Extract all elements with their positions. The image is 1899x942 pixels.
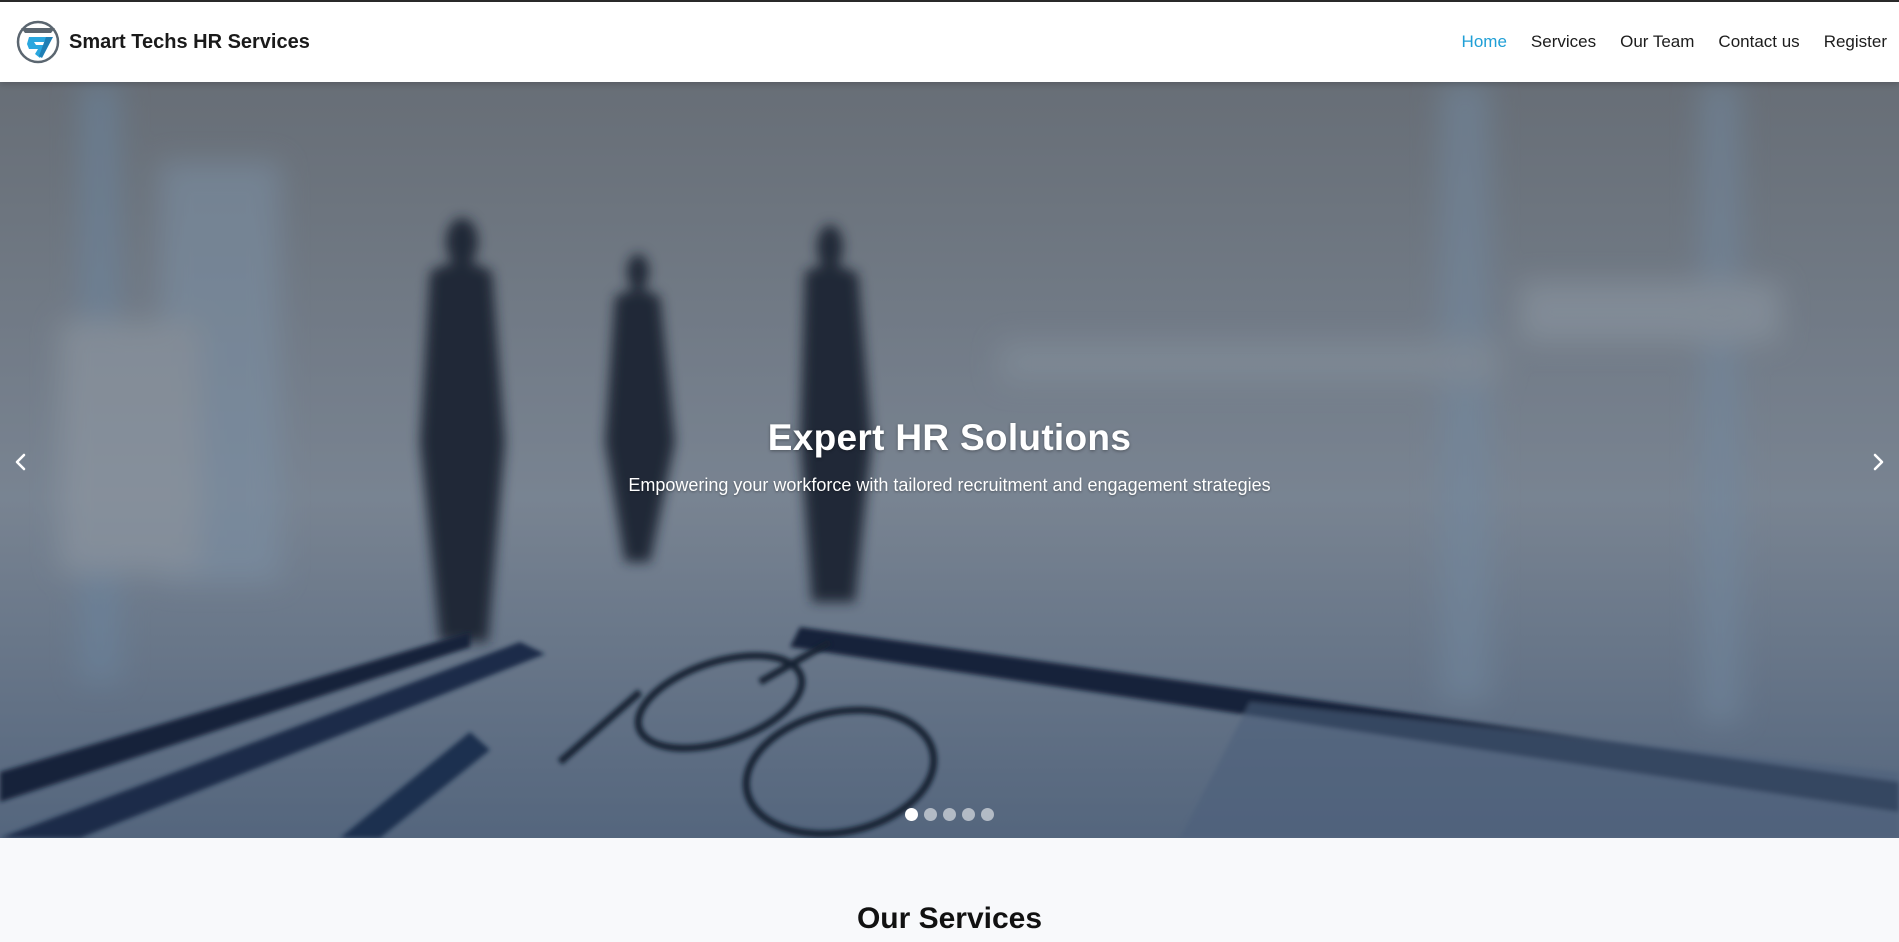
carousel-prev-button[interactable] [6, 442, 36, 482]
nav-contact-us[interactable]: Contact us [1718, 32, 1799, 52]
carousel-indicators [0, 808, 1899, 821]
nav-register[interactable]: Register [1824, 32, 1887, 52]
carousel-indicator-3[interactable] [943, 808, 956, 821]
chevron-right-icon [1873, 453, 1884, 471]
services-title: Our Services [856, 902, 1043, 935]
carousel-indicator-5[interactable] [981, 808, 994, 821]
carousel-indicator-2[interactable] [924, 808, 937, 821]
hero-carousel: Expert HR Solutions Empowering your work… [0, 82, 1899, 838]
hero-title: Expert HR Solutions [767, 417, 1132, 458]
hero-subtitle: Empowering your workforce with tailored … [628, 475, 1271, 495]
st-logo-icon [16, 20, 60, 64]
carousel-indicator-1[interactable] [905, 808, 918, 821]
main-nav: Home Services Our Team Contact us Regist… [1438, 32, 1887, 52]
hero-caption: Expert HR Solutions Empowering your work… [0, 417, 1899, 496]
services-section: Our Services [0, 838, 1899, 942]
nav-home[interactable]: Home [1462, 32, 1507, 52]
carousel-indicator-4[interactable] [962, 808, 975, 821]
brand-link[interactable]: Smart Techs HR Services [15, 18, 310, 66]
carousel-next-button[interactable] [1863, 442, 1893, 482]
navbar: Smart Techs HR Services Home Services Ou… [0, 2, 1899, 82]
nav-services[interactable]: Services [1531, 32, 1596, 52]
nav-our-team[interactable]: Our Team [1620, 32, 1694, 52]
chevron-left-icon [15, 453, 26, 471]
brand-name: Smart Techs HR Services [69, 30, 310, 53]
